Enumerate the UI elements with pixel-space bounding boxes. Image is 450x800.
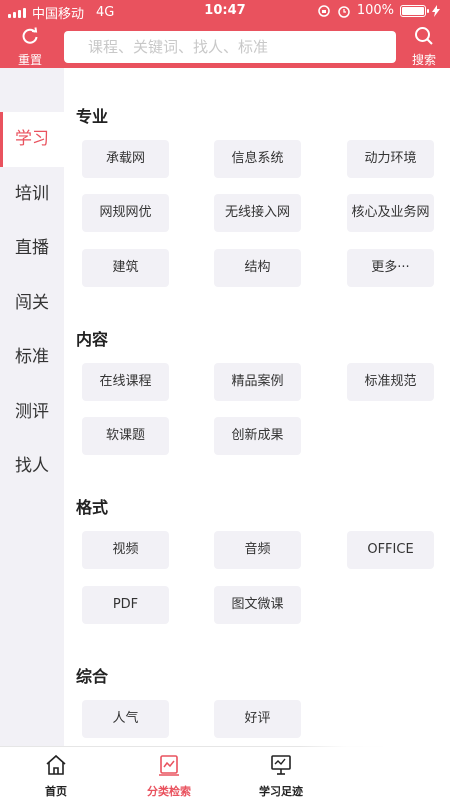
filter-chip[interactable]: 建筑 xyxy=(82,249,169,287)
filter-chip[interactable]: 图文微课 xyxy=(214,586,301,624)
filter-chip[interactable]: 动力环境 xyxy=(347,140,434,178)
filter-chip[interactable]: 音频 xyxy=(214,531,301,569)
filter-chip[interactable]: 承载网 xyxy=(82,140,169,178)
filter-chip[interactable]: 人气 xyxy=(82,700,169,738)
filter-chip[interactable]: 结构 xyxy=(214,249,301,287)
category-search-icon xyxy=(159,755,179,776)
filter-chip[interactable]: 核心及业务网 xyxy=(347,194,434,232)
search-input[interactable] xyxy=(64,31,396,63)
sidebar-item-study[interactable]: 学习 xyxy=(0,112,64,167)
search-icon xyxy=(415,27,433,45)
status-bar: 中国移动 4G 10:47 100% xyxy=(0,0,450,22)
tab-label: 首页 xyxy=(45,785,67,798)
filter-chip[interactable]: 网规网优 xyxy=(82,194,169,232)
filter-panel: 专业 承载网 信息系统 动力环境 网规网优 无线接入网 核心及业务网 建筑 结构… xyxy=(64,68,450,746)
search-label: 搜索 xyxy=(411,53,436,67)
sidebar-item-standards[interactable]: 标准 xyxy=(0,330,64,385)
alarm-icon xyxy=(338,5,350,18)
home-icon xyxy=(46,754,66,775)
rotation-lock-icon xyxy=(318,4,330,17)
sidebar-item-find-people[interactable]: 找人 xyxy=(0,439,64,494)
battery-icon xyxy=(400,4,429,17)
refresh-icon xyxy=(22,27,38,44)
section-title-format: 格式 xyxy=(76,498,109,517)
section-title-content: 内容 xyxy=(76,330,109,349)
section-title-general: 综合 xyxy=(76,667,109,686)
reset-label: 重置 xyxy=(17,53,42,67)
filter-chip[interactable]: 信息系统 xyxy=(214,140,301,178)
filter-chip[interactable]: 精品案例 xyxy=(214,363,301,401)
charging-icon xyxy=(432,4,440,17)
filter-chip[interactable]: OFFICE xyxy=(347,531,434,569)
sidebar-item-assessment[interactable]: 测评 xyxy=(0,385,64,440)
tab-home[interactable]: 首页 xyxy=(11,753,101,799)
filter-chip[interactable]: 标准规范 xyxy=(347,363,434,401)
search-button[interactable]: 搜索 xyxy=(402,26,446,68)
tab-category-search[interactable]: 分类检索 xyxy=(124,753,214,799)
sidebar-item-challenge[interactable]: 闯关 xyxy=(0,276,64,331)
more-button[interactable]: 更多··· xyxy=(347,249,434,287)
filter-chip[interactable]: 在线课程 xyxy=(82,363,169,401)
filter-chip[interactable]: 好评 xyxy=(214,700,301,738)
tab-label: 分类检索 xyxy=(147,785,191,798)
monitor-icon xyxy=(271,755,291,775)
filter-chip[interactable]: PDF xyxy=(82,586,169,624)
sidebar-item-training[interactable]: 培训 xyxy=(0,167,64,222)
section-title-major: 专业 xyxy=(76,107,109,126)
reset-button[interactable]: 重置 xyxy=(8,26,52,68)
category-sidebar: 学习 培训 直播 闯关 标准 测评 找人 xyxy=(0,68,64,746)
battery-percent: 100% xyxy=(356,3,394,18)
filter-chip[interactable]: 无线接入网 xyxy=(214,194,301,232)
sidebar-item-live[interactable]: 直播 xyxy=(0,221,64,276)
app-header: 中国移动 4G 10:47 100% 重置 搜索 xyxy=(0,0,450,68)
filter-chip[interactable]: 软课题 xyxy=(82,417,169,455)
filter-chip[interactable]: 视频 xyxy=(82,531,169,569)
filter-chip[interactable]: 创新成果 xyxy=(214,417,301,455)
watermark-fade xyxy=(300,690,450,800)
